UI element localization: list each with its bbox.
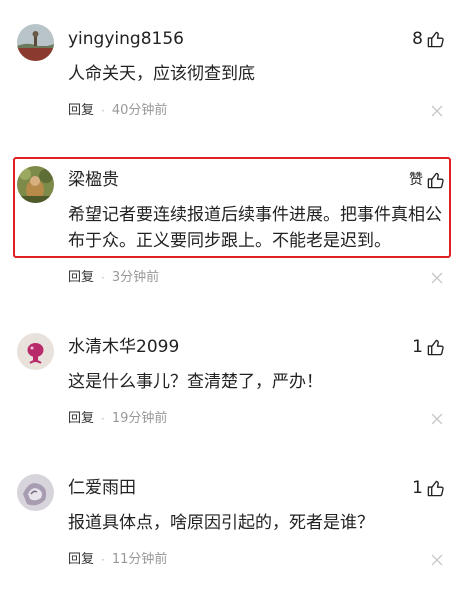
reply-button[interactable]: 回复 <box>68 551 94 569</box>
thumbs-up-icon <box>426 479 445 498</box>
avatar[interactable] <box>17 24 54 61</box>
reply-button[interactable]: 回复 <box>68 102 94 120</box>
timestamp: 40分钟前 <box>111 103 168 118</box>
like-count: 1 <box>412 478 423 498</box>
comment-meta: 回复 · 19分钟前 <box>68 410 167 428</box>
timestamp: 11分钟前 <box>111 552 168 567</box>
avatar[interactable] <box>17 474 54 511</box>
like-count: 1 <box>412 337 423 357</box>
username[interactable]: 水清木华2099 <box>68 336 179 358</box>
comment-meta: 回复 · 3分钟前 <box>68 269 159 287</box>
like-count: 8 <box>412 29 423 49</box>
close-icon[interactable] <box>431 105 443 117</box>
close-icon[interactable] <box>431 413 443 425</box>
like-button[interactable]: 1 <box>412 477 445 499</box>
close-icon[interactable] <box>431 272 443 284</box>
separator-dot: · <box>101 412 105 426</box>
like-label: 赞 <box>409 172 423 188</box>
comment-text: 希望记者要连续报道后续事件进展。把事件真相公布于众。正义要同步跟上。不能老是迟到… <box>68 205 442 251</box>
thumbs-up-icon <box>426 30 445 49</box>
username[interactable]: yingying8156 <box>68 28 184 50</box>
comment-meta: 回复 · 11分钟前 <box>68 551 167 569</box>
comment-meta: 回复 · 40分钟前 <box>68 102 167 120</box>
avatar[interactable] <box>17 166 54 203</box>
close-icon[interactable] <box>431 554 443 566</box>
username[interactable]: 仁爱雨田 <box>68 477 136 499</box>
avatar[interactable] <box>17 333 54 370</box>
like-button[interactable]: 1 <box>412 336 445 358</box>
separator-dot: · <box>101 104 105 118</box>
comment-text: 这是什么事儿？查清楚了，严办！ <box>68 372 323 392</box>
thumbs-up-icon <box>426 171 445 190</box>
timestamp: 19分钟前 <box>111 411 168 426</box>
timestamp: 3分钟前 <box>111 270 160 285</box>
reply-button[interactable]: 回复 <box>68 269 94 287</box>
like-button[interactable]: 赞 <box>409 169 445 191</box>
separator-dot: · <box>101 271 105 285</box>
separator-dot: · <box>101 553 105 567</box>
thumbs-up-icon <box>426 338 445 357</box>
reply-button[interactable]: 回复 <box>68 410 94 428</box>
comment-text: 报道具体点，啥原因引起的，死者是谁？ <box>68 513 374 533</box>
comment-text: 人命关天，应该彻查到底 <box>68 64 255 84</box>
like-button[interactable]: 8 <box>412 28 445 50</box>
username[interactable]: 梁楹贵 <box>68 169 119 191</box>
